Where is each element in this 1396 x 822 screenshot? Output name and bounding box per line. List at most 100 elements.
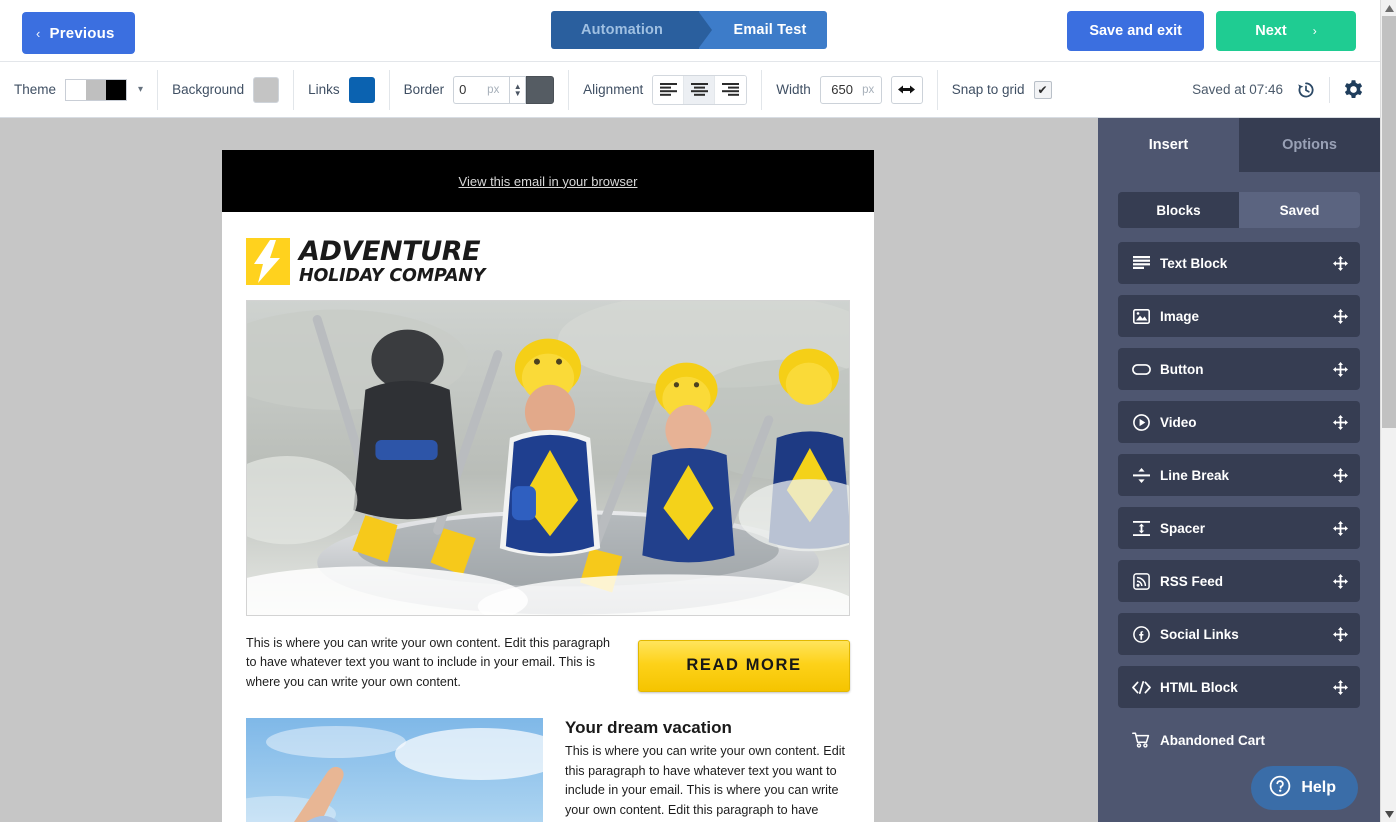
page-scrollbar-thumb[interactable]	[1382, 16, 1396, 428]
block-label: Image	[1160, 308, 1200, 324]
chevron-left-icon: ‹	[36, 25, 41, 41]
history-clock-icon	[1298, 81, 1314, 97]
links-color-swatch[interactable]	[348, 76, 375, 103]
brand-name-line1: ADVENTURE	[299, 236, 481, 267]
background-color-swatch[interactable]	[253, 76, 280, 103]
cart-icon	[1130, 732, 1152, 748]
border-stepper: px ▲ ▼	[453, 75, 555, 104]
panel-tabs: Insert Options	[1098, 118, 1380, 172]
block-item-line-break[interactable]: Line Break	[1118, 454, 1360, 496]
drag-handle-icon[interactable]	[1333, 361, 1348, 377]
align-right-icon	[722, 83, 740, 96]
snap-to-grid-checkbox[interactable]: ✔	[1033, 80, 1052, 99]
theme-label: Theme	[14, 82, 57, 97]
segment-saved[interactable]: Saved	[1239, 192, 1360, 228]
resize-width-button[interactable]	[890, 75, 923, 104]
intro-row: This is where you can write your own con…	[222, 616, 874, 719]
align-center-icon	[690, 83, 708, 96]
align-left-button[interactable]	[653, 75, 685, 104]
view-in-browser-link[interactable]: View this email in your browser	[459, 174, 638, 189]
brand-logo-text: ADVENTURE HOLIDAY COMPANY	[299, 238, 485, 286]
chevron-down-icon[interactable]: ▾	[138, 84, 143, 95]
rss-icon	[1130, 572, 1152, 590]
vacation-paragraph: This is where you can write your own con…	[565, 744, 845, 817]
align-right-button[interactable]	[715, 75, 747, 104]
previous-button[interactable]: ‹ Previous	[22, 12, 135, 54]
revision-history-button[interactable]	[1296, 80, 1316, 100]
block-item-social-links[interactable]: Social Links	[1118, 613, 1360, 655]
scroll-up-arrow-icon[interactable]	[1381, 0, 1396, 16]
intro-paragraph: This is where you can write your own con…	[246, 635, 611, 689]
segment-blocks[interactable]: Blocks	[1118, 192, 1239, 228]
top-navigation-bar: ‹ Previous Automation Email Test Save an…	[0, 0, 1380, 62]
previous-button-label: Previous	[49, 24, 115, 42]
border-input-wrap: px	[453, 75, 510, 104]
block-item-image[interactable]: Image	[1118, 295, 1360, 337]
drag-handle-icon[interactable]	[1333, 467, 1348, 483]
vacation-heading: Your dream vacation	[565, 718, 732, 738]
border-color-swatch[interactable]	[526, 75, 555, 104]
border-group: Border px ▲ ▼	[388, 69, 569, 110]
block-item-html-block[interactable]: HTML Block	[1118, 666, 1360, 708]
block-list: Text Block Image Button Video Line Break…	[1118, 242, 1360, 761]
read-more-button[interactable]: READ MORE	[638, 639, 850, 692]
settings-button[interactable]	[1343, 79, 1364, 100]
block-item-abandoned-cart[interactable]: Abandoned Cart	[1118, 719, 1360, 761]
button-icon	[1130, 363, 1152, 375]
html-icon	[1130, 680, 1152, 694]
lightning-bolt-glyph	[254, 240, 280, 284]
block-label: Button	[1160, 361, 1204, 377]
drag-handle-icon[interactable]	[1333, 520, 1348, 536]
theme-swatch[interactable]	[65, 78, 128, 101]
tab-insert[interactable]: Insert	[1098, 118, 1239, 172]
width-input[interactable]	[827, 82, 858, 97]
image-icon	[1130, 308, 1152, 324]
toolbar-divider	[1329, 76, 1330, 103]
drag-handle-icon[interactable]	[1333, 255, 1348, 271]
page-scrollbar[interactable]	[1380, 0, 1396, 822]
snap-to-grid-label: Snap to grid	[951, 82, 1025, 97]
drag-handle-icon[interactable]	[1333, 414, 1348, 430]
saved-status-text: Saved at 07:46	[1192, 82, 1283, 97]
brand-name-line2: HOLIDAY COMPANY	[299, 266, 486, 286]
vacation-image[interactable]	[246, 718, 543, 822]
scroll-down-arrow-icon[interactable]	[1381, 806, 1396, 822]
email-builder-app: ‹ Previous Automation Email Test Save an…	[0, 0, 1396, 822]
breadcrumb-step-email-test[interactable]: Email Test	[699, 11, 827, 49]
spacer-icon	[1130, 520, 1152, 536]
width-group: Width px	[761, 69, 937, 110]
border-input[interactable]	[459, 82, 484, 97]
hero-image-rafting[interactable]	[246, 299, 850, 616]
drag-handle-icon[interactable]	[1333, 308, 1348, 324]
border-spinner[interactable]: ▲ ▼	[509, 75, 527, 104]
block-item-spacer[interactable]: Spacer	[1118, 507, 1360, 549]
save-status-group: Saved at 07:46	[1192, 76, 1364, 103]
alignment-group: Alignment	[568, 69, 761, 110]
email-canvas[interactable]: View this email in your browser ADVENTUR…	[0, 118, 1098, 822]
block-item-button[interactable]: Button	[1118, 348, 1360, 390]
breadcrumb-step-email-test-label: Email Test	[733, 22, 807, 38]
block-item-text-block[interactable]: Text Block	[1118, 242, 1360, 284]
breadcrumb-step-automation[interactable]: Automation	[551, 11, 712, 49]
drag-handle-icon[interactable]	[1333, 679, 1348, 695]
save-and-exit-button[interactable]: Save and exit	[1067, 11, 1204, 51]
vacation-row: Your dream vacation This is where you ca…	[222, 718, 874, 822]
email-header-block[interactable]: ADVENTURE HOLIDAY COMPANY	[222, 212, 874, 300]
intro-text-block[interactable]: This is where you can write your own con…	[246, 630, 620, 693]
breadcrumb-step-automation-label: Automation	[580, 22, 664, 38]
next-button[interactable]: Next ›	[1216, 11, 1356, 51]
block-label: HTML Block	[1160, 679, 1238, 695]
drag-handle-icon[interactable]	[1333, 573, 1348, 589]
help-button[interactable]: Help	[1251, 766, 1358, 810]
block-item-rss-feed[interactable]: RSS Feed	[1118, 560, 1360, 602]
horizontal-arrows-icon	[898, 85, 916, 94]
snap-to-grid-group: Snap to grid ✔	[936, 69, 1066, 110]
email-template: View this email in your browser ADVENTUR…	[222, 150, 874, 822]
vacation-text-block[interactable]: Your dream vacation This is where you ca…	[565, 718, 850, 820]
align-center-button[interactable]	[684, 75, 716, 104]
block-item-video[interactable]: Video	[1118, 401, 1360, 443]
links-label: Links	[308, 82, 340, 97]
tab-options[interactable]: Options	[1239, 118, 1380, 172]
drag-handle-icon[interactable]	[1333, 626, 1348, 642]
align-left-icon	[659, 83, 677, 96]
